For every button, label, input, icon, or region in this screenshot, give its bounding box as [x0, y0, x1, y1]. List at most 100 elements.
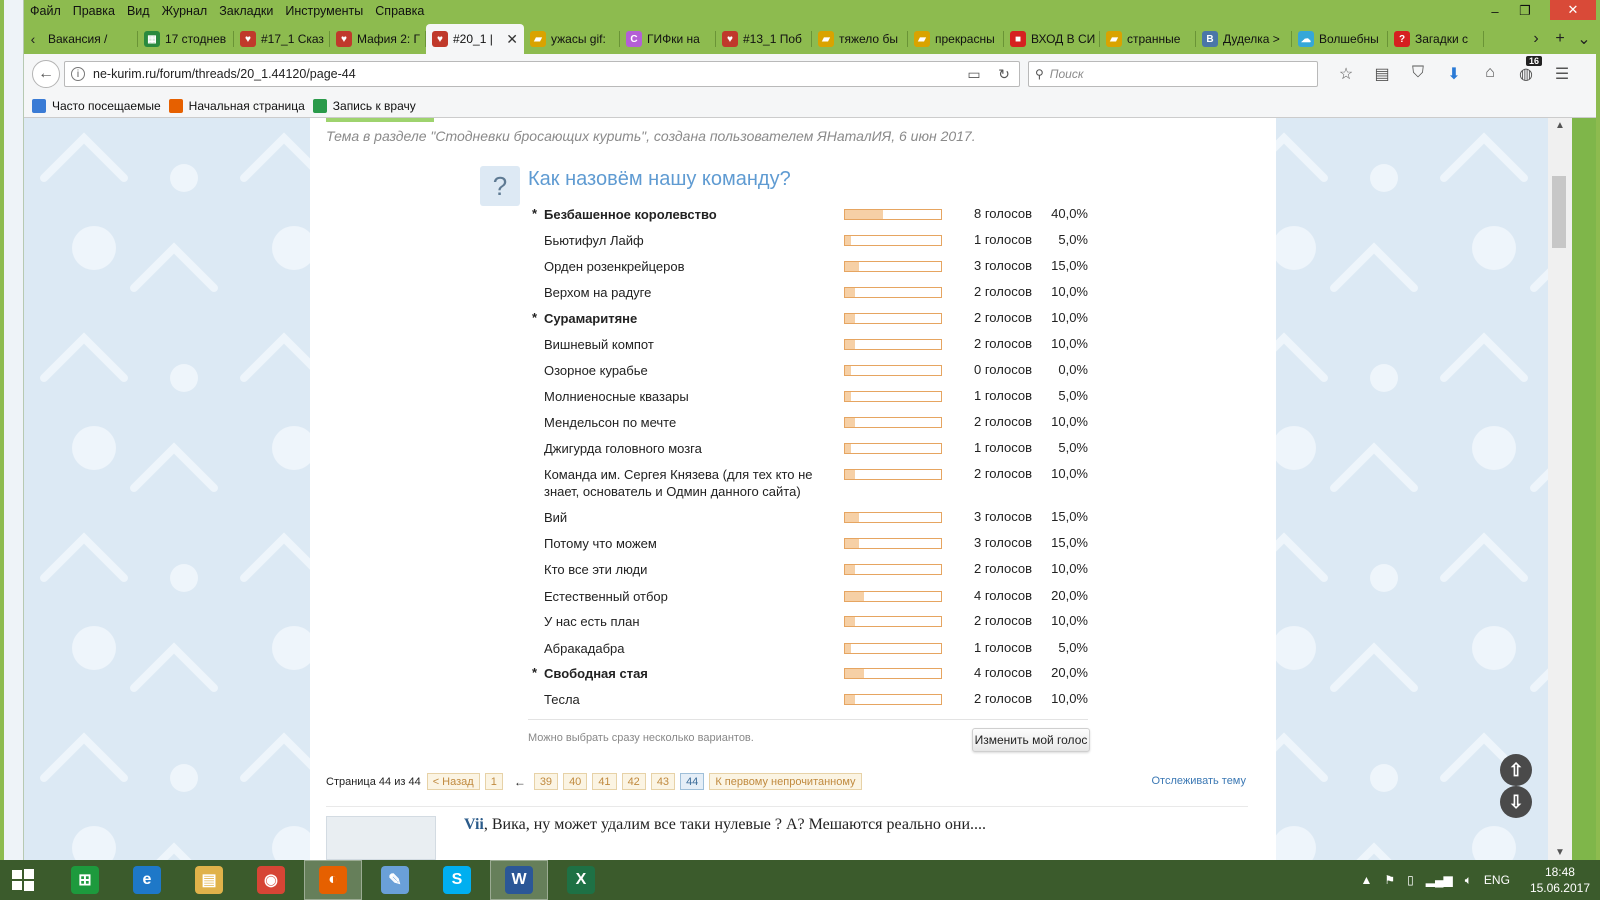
reader-view-icon[interactable]: ▭: [959, 66, 989, 83]
reload-icon[interactable]: ↻: [989, 66, 1019, 83]
home-icon[interactable]: ⌂: [1472, 64, 1508, 84]
tab-11[interactable]: ▰ странные: [1100, 24, 1196, 54]
taskbar-app[interactable]: ◉: [242, 860, 300, 900]
library-icon[interactable]: ▤: [1364, 64, 1400, 84]
tab-scroll-right-icon[interactable]: ›: [1524, 30, 1548, 48]
taskbar-app[interactable]: X: [552, 860, 610, 900]
menu-item-2[interactable]: Вид: [127, 4, 150, 18]
poll-percent: 10,0%: [1051, 284, 1088, 299]
clock[interactable]: 18:48 15.06.2017: [1530, 864, 1590, 896]
menu-item-3[interactable]: Журнал: [162, 4, 208, 18]
url-bar[interactable]: i ne-kurim.ru/forum/threads/20_1.44120/p…: [64, 61, 1020, 87]
tab-list-icon[interactable]: ⌄: [1572, 29, 1596, 49]
menu-item-5[interactable]: Инструменты: [285, 4, 363, 18]
poll-result-fill: [845, 392, 851, 401]
taskbar-app[interactable]: ✎: [366, 860, 424, 900]
action-center-icon[interactable]: ⚑: [1384, 873, 1395, 887]
page-link-43[interactable]: 43: [650, 773, 676, 790]
tab-0[interactable]: Вакансия /: [42, 24, 138, 54]
volume-icon[interactable]: 🔈︎: [1465, 873, 1472, 888]
tab-label: Вакансия /: [48, 32, 108, 46]
poll-result-fill: [845, 288, 855, 297]
scrollbar-thumb[interactable]: [1552, 176, 1566, 248]
new-tab-icon[interactable]: +: [1548, 30, 1572, 48]
bookmark-item[interactable]: Начальная страница: [168, 98, 305, 113]
page-link-40[interactable]: 40: [563, 773, 588, 790]
pocket-icon[interactable]: ⛉: [1400, 64, 1436, 84]
poll-title: Как назовём нашу команду?: [528, 168, 791, 190]
watch-thread-link[interactable]: Отслеживать тему: [1151, 775, 1246, 787]
start-button[interactable]: [0, 860, 46, 900]
avatar[interactable]: [326, 816, 436, 860]
tab-5[interactable]: ▰ ужасы gif:: [524, 24, 620, 54]
tab-label: Загадки с: [1415, 32, 1468, 46]
prev-page-button[interactable]: < Назад: [426, 773, 480, 790]
scroll-up-arrow[interactable]: ▲: [1548, 120, 1572, 131]
question-icon: ?: [1394, 31, 1410, 47]
page-skip-arrow[interactable]: ←: [514, 775, 526, 789]
page-link-44[interactable]: 44: [680, 773, 705, 790]
tab-4[interactable]: ♥ #20_1 | ✕: [426, 24, 524, 54]
scroll-down-icon[interactable]: ⇩: [1500, 786, 1532, 818]
first-unread-button[interactable]: К первому непрочитанному: [709, 773, 862, 790]
tab-14[interactable]: ? Загадки с: [1388, 24, 1484, 54]
scroll-down-arrow[interactable]: ▼: [1548, 847, 1572, 858]
taskbar-app[interactable]: W: [490, 860, 548, 900]
search-input[interactable]: ⚲ Поиск: [1028, 61, 1318, 87]
info-icon[interactable]: i: [71, 67, 85, 81]
minimize-button[interactable]: –: [1480, 0, 1510, 22]
taskbar-app[interactable]: ⊞: [56, 860, 114, 900]
show-hidden-icons[interactable]: ▲: [1360, 873, 1372, 887]
menu-item-1[interactable]: Правка: [73, 4, 115, 18]
notification-badge: 16: [1525, 56, 1542, 66]
tab-7[interactable]: ♥ #13_1 Поб: [716, 24, 812, 54]
taskbar-app[interactable]: S: [428, 860, 486, 900]
thread-info: Тема в разделе "Стодневки бросающих кури…: [326, 128, 976, 144]
language-indicator[interactable]: ENG: [1484, 873, 1510, 887]
tab-13[interactable]: ☁ Волшебны: [1292, 24, 1388, 54]
tab-tools: › + ⌄: [1524, 24, 1596, 54]
maximize-button[interactable]: ❐: [1510, 0, 1540, 22]
close-tab-icon[interactable]: ✕: [506, 31, 518, 48]
tab-scroll-left-icon[interactable]: ‹: [24, 24, 42, 54]
windows-logo-icon: [12, 869, 34, 891]
tab-3[interactable]: ♥ Мафия 2: Г: [330, 24, 426, 54]
tab-9[interactable]: ▰ прекрасны: [908, 24, 1004, 54]
tab-8[interactable]: ▰ тяжело бы: [812, 24, 908, 54]
menu-icon[interactable]: ☰: [1544, 64, 1580, 84]
page-link-39[interactable]: 39: [533, 773, 559, 790]
tab-1[interactable]: ▦ 17 стоднев: [138, 24, 234, 54]
tab-6[interactable]: C ГИФки на: [620, 24, 716, 54]
page-link-42[interactable]: 42: [621, 773, 646, 790]
extensions-icon[interactable]: ◍ 16: [1508, 56, 1544, 84]
poll-result-fill: [845, 418, 855, 427]
taskbar-app[interactable]: e: [118, 860, 176, 900]
tab-12[interactable]: B Дуделка >: [1196, 24, 1292, 54]
network-icon[interactable]: ▂▄▆: [1426, 873, 1453, 887]
scroll-up-icon[interactable]: ⇧: [1500, 754, 1532, 786]
poll-percent: 15,0%: [1051, 509, 1088, 524]
close-window-button[interactable]: ✕: [1550, 0, 1596, 20]
scrollbar[interactable]: ▲ ▼: [1548, 118, 1572, 860]
tab-2[interactable]: ♥ #17_1 Сказ: [234, 24, 330, 54]
bookmark-item[interactable]: Запись к врачу: [312, 98, 416, 113]
power-icon[interactable]: ▯: [1407, 873, 1414, 887]
tab-label: Дуделка >: [1223, 32, 1280, 46]
back-button[interactable]: ←: [32, 60, 60, 88]
bookmark-item[interactable]: Часто посещаемые: [32, 98, 161, 113]
poll-votes: 3 голосов: [974, 535, 1032, 550]
page-link-first[interactable]: 1: [484, 773, 503, 790]
taskbar-app[interactable]: ▤: [180, 860, 238, 900]
download-icon[interactable]: ⬇: [1436, 64, 1472, 84]
menu-item-0[interactable]: Файл: [30, 4, 61, 18]
tab-10[interactable]: ■ ВХОД В СИ: [1004, 24, 1100, 54]
taskbar-app[interactable]: ◐: [304, 860, 362, 900]
bookmark-star-icon[interactable]: ☆: [1328, 64, 1364, 84]
menu-item-4[interactable]: Закладки: [219, 4, 273, 18]
bookmark-label: Часто посещаемые: [52, 98, 161, 113]
change-vote-button[interactable]: Изменить мой голос: [972, 728, 1090, 752]
post-author[interactable]: Vii: [464, 816, 484, 833]
poll-result-bar: [844, 469, 942, 480]
menu-item-6[interactable]: Справка: [375, 4, 424, 18]
page-link-41[interactable]: 41: [592, 773, 617, 790]
